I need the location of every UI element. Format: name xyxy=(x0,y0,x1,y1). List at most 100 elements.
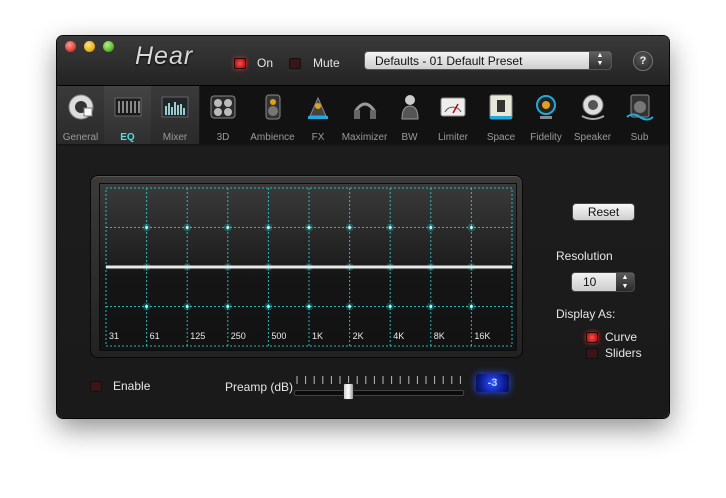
preamp-slider-track[interactable] xyxy=(294,390,464,396)
resolution-value: 10 xyxy=(583,275,597,289)
eq-panel: 31 61 125 250 500 1K 2K 4K 8K 16K xyxy=(90,175,523,358)
preset-value: Defaults - 01 Default Preset xyxy=(375,54,523,68)
eq-band-label: 250 xyxy=(231,331,246,341)
tab-space[interactable]: Space xyxy=(479,86,523,144)
enable-toggle-led[interactable] xyxy=(90,381,102,392)
equalizer-icon xyxy=(114,97,141,117)
tab-eq[interactable]: EQ xyxy=(104,86,151,144)
tab-toolbar: General EQ Mixer 3D Ambience FX Maximize… xyxy=(57,85,669,146)
tab-ambience-label: Ambience xyxy=(250,132,295,143)
eq-grid-node xyxy=(185,226,189,229)
hear-window: Hear On Mute Defaults - 01 Default Prese… xyxy=(57,36,669,418)
tab-sub-label: Sub xyxy=(630,132,649,143)
3d-speakers-icon xyxy=(210,95,236,119)
preset-dropdown[interactable]: Defaults - 01 Default Preset ▲ ▼ xyxy=(364,51,612,70)
eq-band-label: 1K xyxy=(312,331,323,341)
eq-grid-node xyxy=(266,305,270,308)
tab-limiter[interactable]: Limiter xyxy=(427,86,479,144)
up-down-arrows-icon: ▲ ▼ xyxy=(589,52,611,69)
tab-bw-label: BW xyxy=(401,132,418,143)
resolution-label: Resolution xyxy=(556,249,613,263)
preamp-label: Preamp (dB) xyxy=(225,380,294,394)
eq-band-label: 16K xyxy=(474,331,490,341)
tab-general[interactable]: General xyxy=(57,86,104,144)
tab-mixer-label: Mixer xyxy=(162,132,188,143)
eq-grid-node xyxy=(469,305,473,308)
curve-radio-led[interactable] xyxy=(586,332,598,343)
tab-3d-label: 3D xyxy=(216,132,230,143)
limiter-meter-icon xyxy=(440,97,466,117)
preamp-value-display: -3 xyxy=(476,374,509,392)
tab-limiter-label: Limiter xyxy=(437,132,468,143)
preamp-slider-thumb[interactable] xyxy=(342,383,354,400)
eq-band-label: 125 xyxy=(190,331,205,341)
mute-label: Mute xyxy=(313,56,340,70)
enable-label: Enable xyxy=(113,379,151,393)
eq-grid-node xyxy=(388,226,392,229)
tab-fx[interactable]: FX xyxy=(299,86,337,144)
reset-button[interactable]: Reset xyxy=(572,203,635,221)
tab-speaker-label: Speaker xyxy=(573,132,612,143)
on-toggle-led[interactable] xyxy=(234,58,246,69)
app-logo: Hear xyxy=(135,42,194,70)
sliders-radio-led[interactable] xyxy=(586,348,598,359)
tab-eq-label: EQ xyxy=(120,132,135,143)
space-speaker-icon xyxy=(489,94,513,120)
eq-band-label: 8K xyxy=(434,331,445,341)
eq-band-label: 4K xyxy=(393,331,404,341)
eq-band-label: 2K xyxy=(353,331,364,341)
on-label: On xyxy=(257,56,274,70)
eq-band-label: 500 xyxy=(271,331,286,341)
minimize-window-button[interactable] xyxy=(84,41,95,52)
fx-speaker-icon xyxy=(308,96,328,119)
tab-maximizer[interactable]: Maximizer xyxy=(337,86,392,144)
eq-grid-node xyxy=(388,305,392,308)
ambience-speaker-icon xyxy=(265,94,280,120)
preamp-ticks xyxy=(296,376,461,384)
eq-band-label: 31 xyxy=(109,331,119,341)
zoom-window-button[interactable] xyxy=(103,41,114,52)
speaker-cone-icon xyxy=(581,94,604,120)
tab-general-label: General xyxy=(62,132,99,143)
eq-graph[interactable]: 31 61 125 250 500 1K 2K 4K 8K 16K xyxy=(99,183,517,351)
tab-fidelity-label: Fidelity xyxy=(530,132,562,143)
tab-ambience[interactable]: Ambience xyxy=(246,86,299,144)
fidelity-icon xyxy=(536,95,556,119)
stepper-arrows-icon[interactable]: ▲ ▼ xyxy=(616,273,634,291)
eq-grid-node xyxy=(348,226,352,229)
eq-grid-node xyxy=(348,305,352,308)
tab-fx-label: FX xyxy=(311,132,325,143)
eq-grid-node xyxy=(266,226,270,229)
close-window-button[interactable] xyxy=(65,41,76,52)
eq-grid-node xyxy=(145,226,149,229)
tab-bw[interactable]: BW xyxy=(392,86,427,144)
tab-sub[interactable]: Sub xyxy=(616,86,663,144)
mute-toggle-led[interactable] xyxy=(289,58,301,69)
bw-figure-icon xyxy=(400,95,419,120)
eq-grid-node xyxy=(469,226,473,229)
eq-grid-node xyxy=(226,305,230,308)
display-as-label: Display As: xyxy=(556,307,616,321)
subwoofer-icon xyxy=(625,94,654,121)
tab-maximizer-label: Maximizer xyxy=(341,132,388,143)
tab-3d[interactable]: 3D xyxy=(200,86,246,144)
tab-mixer[interactable]: Mixer xyxy=(151,86,199,144)
tab-space-label: Space xyxy=(486,132,516,143)
eq-grid-node xyxy=(307,226,311,229)
mixer-icon xyxy=(161,96,189,118)
eq-band-label: 61 xyxy=(150,331,160,341)
curve-label: Curve xyxy=(605,330,638,344)
eq-grid-node xyxy=(307,305,311,308)
eq-grid-node xyxy=(185,305,189,308)
eq-grid-node xyxy=(429,305,433,308)
eq-grid-node xyxy=(226,226,230,229)
tab-speaker[interactable]: Speaker xyxy=(569,86,616,144)
eq-grid-node xyxy=(429,226,433,229)
sliders-label: Sliders xyxy=(605,346,642,360)
maximizer-icon xyxy=(353,102,376,119)
resolution-stepper[interactable]: 10 ▲ ▼ xyxy=(571,272,635,292)
help-button[interactable]: ? xyxy=(633,51,653,71)
speaker-knob-icon xyxy=(68,94,93,120)
eq-grid-node xyxy=(145,305,149,308)
tab-fidelity[interactable]: Fidelity xyxy=(523,86,569,144)
